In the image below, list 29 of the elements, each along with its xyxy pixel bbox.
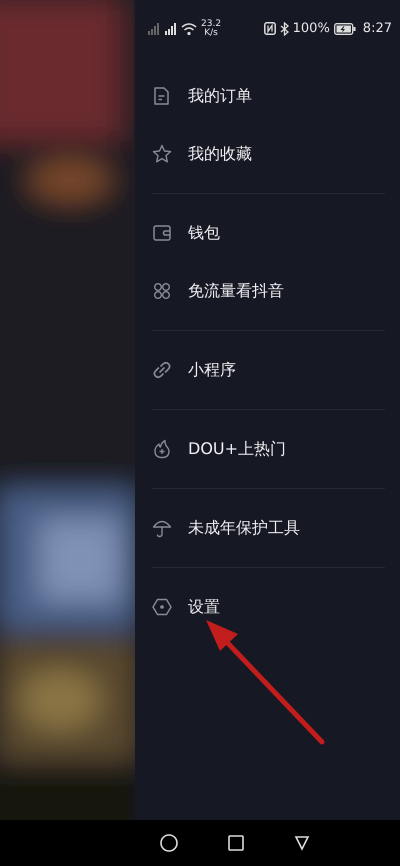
menu-item[interactable]: 我的收藏 bbox=[188, 142, 252, 166]
wifi-icon bbox=[181, 22, 197, 36]
menu-item[interactable]: DOU+上热门 bbox=[188, 437, 286, 461]
recents-icon[interactable] bbox=[228, 835, 244, 851]
umbrella-icon bbox=[152, 518, 172, 538]
nfc-icon bbox=[264, 22, 276, 35]
battery-icon bbox=[334, 22, 356, 34]
four-circles-icon bbox=[152, 281, 172, 301]
star-icon bbox=[152, 144, 172, 164]
clock-time: 8:27 bbox=[362, 20, 392, 38]
menu-item[interactable]: 我的订单 bbox=[188, 84, 252, 108]
back-icon[interactable] bbox=[294, 835, 310, 851]
home-icon[interactable] bbox=[160, 834, 178, 852]
menu-item[interactable]: 免流量看抖音 bbox=[188, 279, 284, 303]
menu-item[interactable]: 小程序 bbox=[188, 358, 236, 382]
menu-item[interactable]: 设置 bbox=[188, 595, 220, 619]
document-icon bbox=[152, 86, 172, 106]
signal-icon bbox=[147, 22, 160, 36]
speed-unit: K/s bbox=[204, 28, 218, 38]
settings-icon bbox=[152, 597, 172, 617]
network-speed: 23.2 bbox=[201, 20, 222, 28]
menu-item[interactable]: 未成年保护工具 bbox=[188, 516, 300, 540]
flame-plus-icon bbox=[152, 439, 172, 459]
menu-item[interactable]: 钱包 bbox=[188, 221, 220, 245]
battery-percent: 100% bbox=[292, 20, 330, 38]
bluetooth-icon bbox=[280, 22, 289, 36]
link-icon bbox=[152, 360, 172, 380]
wallet-icon bbox=[152, 223, 172, 243]
signal-icon bbox=[164, 22, 177, 36]
